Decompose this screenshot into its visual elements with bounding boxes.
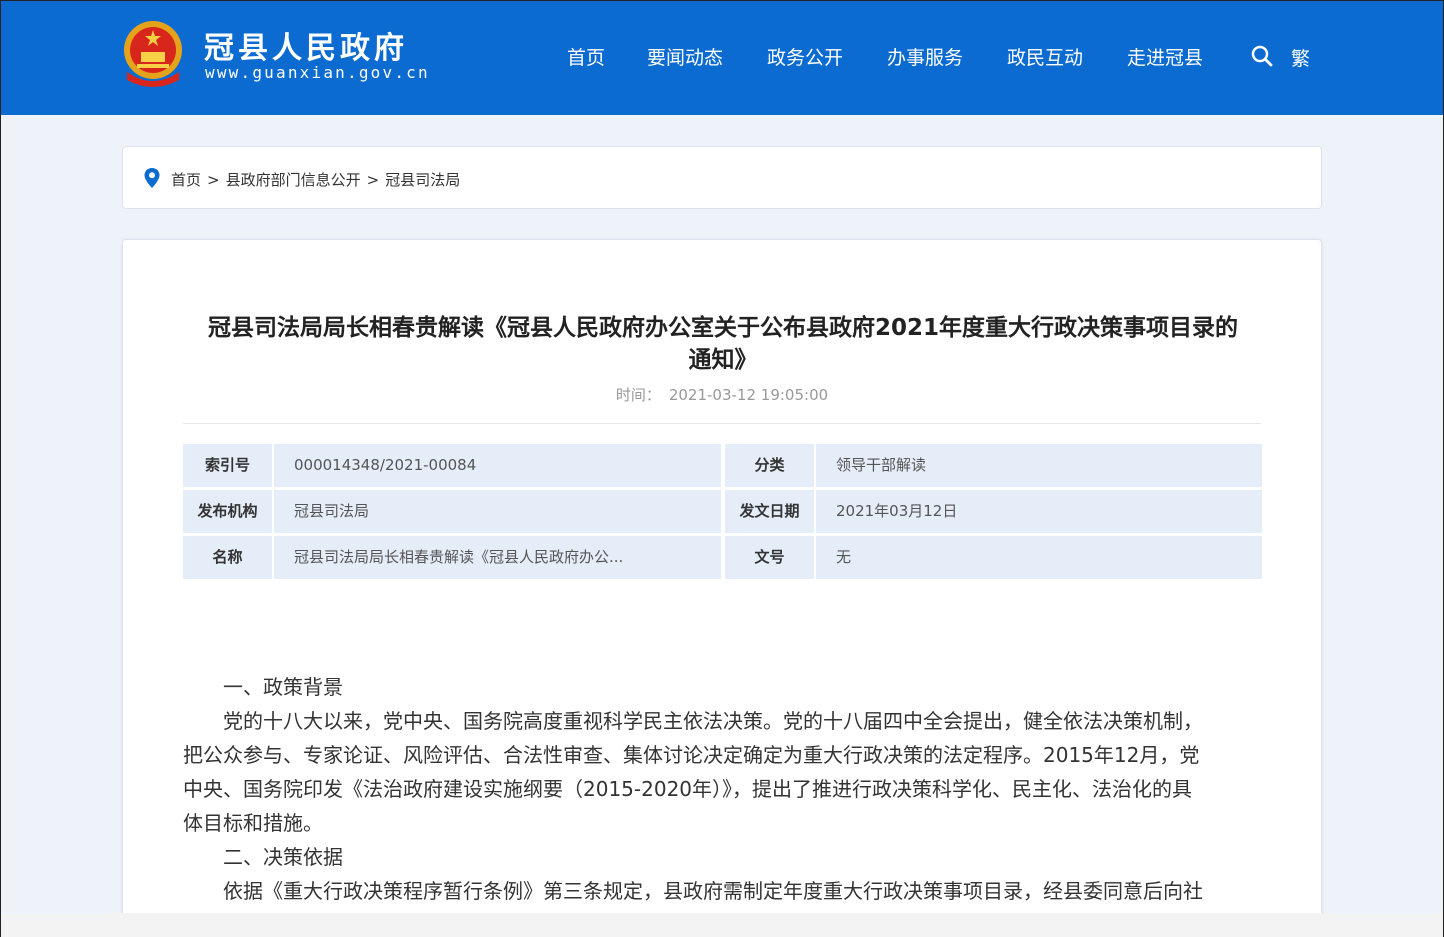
section-heading: 一、政策背景 [223, 675, 343, 699]
breadcrumb-separator: > [366, 171, 380, 189]
site-url: www.guanxian.gov.cn [205, 63, 430, 82]
table-row: 发布机构 冠县司法局 发文日期 2021年03月12日 [183, 490, 1262, 533]
article-body: 一、政策背景 党的十八大以来，党中央、国务院高度重视科学民主依法决策。党的十八届… [183, 670, 1263, 908]
breadcrumb-home[interactable]: 首页 [171, 171, 201, 189]
body-paragraph: 把公众参与、专家论证、风险评估、合法性审查、集体讨论决定确定为重大行政决策的法定… [183, 743, 1200, 767]
article-card: 冠县司法局局长相春贵解读《冠县人民政府办公室关于公布县政府2021年度重大行政决… [122, 239, 1322, 937]
index-label: 索引号 [183, 444, 272, 487]
article-title-line: 冠县司法局局长相春贵解读《冠县人民政府办公室关于公布县政府2021年度重大行政决… [207, 315, 1238, 341]
name-value: 冠县司法局局长相春贵解读《冠县人民政府办公... [274, 536, 721, 579]
category-value: 领导干部解读 [816, 444, 1262, 487]
category-label: 分类 [725, 444, 814, 487]
date-label: 发文日期 [725, 490, 814, 533]
docno-label: 文号 [725, 536, 814, 579]
site-title[interactable]: 冠县人民政府 [204, 23, 408, 67]
article-title-line: 通知》 [688, 347, 758, 373]
body-paragraph: 依据《重大行政决策程序暂行条例》第三条规定，县政府需制定年度重大行政决策事项目录… [223, 879, 1203, 903]
article-title: 冠县司法局局长相春贵解读《冠县人民政府办公室关于公布县政府2021年度重大行政决… [183, 312, 1263, 376]
search-icon[interactable] [1251, 45, 1273, 67]
nav-services[interactable]: 办事服务 [887, 43, 963, 70]
body-paragraph: 中央、国务院印发《法治政府建设实施纲要（2015-2020年）》，提出了推进行政… [183, 777, 1193, 801]
breadcrumb: 首页 > 县政府部门信息公开 > 冠县司法局 [122, 146, 1322, 209]
index-value: 000014348/2021-00084 [274, 444, 721, 487]
docno-value: 无 [816, 536, 1262, 579]
section-heading: 二、决策依据 [223, 845, 343, 869]
name-label: 名称 [183, 536, 272, 579]
traditional-chinese-toggle[interactable]: 繁 [1291, 44, 1310, 71]
body-paragraph: 体目标和措施。 [183, 811, 323, 835]
publisher-label: 发布机构 [183, 490, 272, 533]
divider [183, 423, 1261, 424]
nav-home[interactable]: 首页 [567, 43, 605, 70]
article-time: 时间： 2021-03-12 19:05:00 [123, 384, 1321, 405]
date-value: 2021年03月12日 [816, 490, 1262, 533]
table-row: 索引号 000014348/2021-00084 分类 领导干部解读 [183, 444, 1262, 487]
time-value: 2021-03-12 19:05:00 [668, 386, 829, 404]
site-header: 冠县人民政府 www.guanxian.gov.cn 首页 要闻动态 政务公开 … [1, 1, 1443, 115]
bottom-edge [1, 913, 1443, 937]
national-emblem-icon[interactable] [121, 20, 185, 88]
nav-about[interactable]: 走进冠县 [1127, 43, 1203, 70]
breadcrumb-separator: > [207, 171, 220, 189]
nav-gov-affairs[interactable]: 政务公开 [767, 43, 843, 70]
body-paragraph: 党的十八大以来，党中央、国务院高度重视科学民主依法决策。党的十八届四中全会提出，… [223, 709, 1203, 733]
nav-interaction[interactable]: 政民互动 [1007, 43, 1083, 70]
publisher-value: 冠县司法局 [274, 490, 721, 533]
nav-news[interactable]: 要闻动态 [647, 43, 723, 70]
table-row: 名称 冠县司法局局长相春贵解读《冠县人民政府办公... 文号 无 [183, 536, 1262, 579]
time-label: 时间： [615, 386, 661, 404]
breadcrumb-justice-bureau[interactable]: 冠县司法局 [385, 171, 460, 189]
breadcrumb-dept-info[interactable]: 县政府部门信息公开 [226, 171, 361, 189]
location-pin-icon [144, 168, 160, 188]
